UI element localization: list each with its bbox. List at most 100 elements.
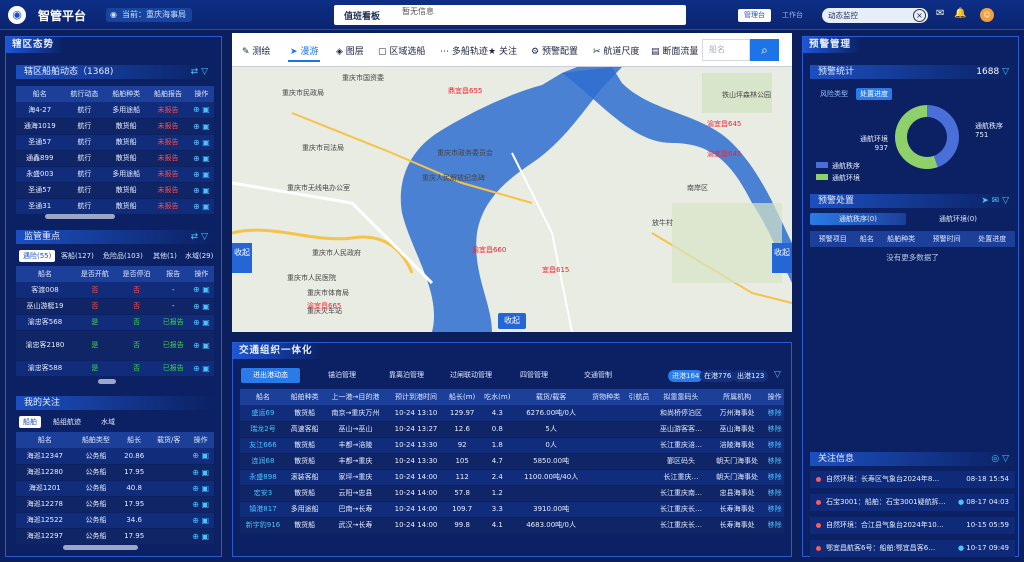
- remove-button[interactable]: 移除: [765, 469, 784, 486]
- table-cell[interactable]: 新宇豹916: [240, 517, 286, 534]
- row-actions[interactable]: ⊕ ▣: [187, 496, 214, 513]
- focus-tab[interactable]: 其他(1): [149, 250, 181, 262]
- table-cell[interactable]: 连润68: [240, 453, 286, 470]
- remove-button[interactable]: 移除: [765, 437, 784, 454]
- map-tool-7[interactable]: ⚙ 预警配置: [531, 44, 578, 57]
- info-item[interactable]: 石宝3001：船舶：石宝3001疑航拆… ● 08-17 04:03: [810, 494, 1015, 511]
- remove-button[interactable]: 移除: [765, 421, 784, 438]
- remove-button[interactable]: 移除: [765, 501, 784, 518]
- table-row[interactable]: 圣通57 航行 散货船 未报告 ⊕ ▣: [16, 182, 214, 199]
- table-cell[interactable]: 友江666: [240, 437, 286, 454]
- table-row[interactable]: 渝忠客588 是否已报告 ⊕ ▣: [16, 360, 214, 377]
- remove-button[interactable]: 移除: [765, 485, 784, 502]
- focus-tab[interactable]: 遇险(55): [19, 250, 56, 262]
- row-actions[interactable]: ⊕ ▣: [187, 464, 214, 481]
- remove-button[interactable]: 移除: [765, 453, 784, 470]
- table-row[interactable]: 圣通57 航行 散货船 未报告 ⊕ ▣: [16, 134, 214, 151]
- mine-tab[interactable]: 船舶: [19, 416, 41, 428]
- row-actions[interactable]: ⊕ ▣: [188, 182, 214, 199]
- row-actions[interactable]: ⊕ ▣: [188, 314, 214, 331]
- traffic-tab[interactable]: 过闸联动管理: [446, 368, 496, 383]
- table-row[interactable]: 瑞龙2号 高速客船 巫山→巫山 10-24 13:27 12.6 0.8 5人 巫山游客客… 巫…: [240, 421, 784, 438]
- row-actions[interactable]: ⊕ ▣: [188, 102, 214, 119]
- table-row[interactable]: 圣通31 航行 散货船 未报告 ⊕ ▣: [16, 198, 214, 215]
- table-row[interactable]: 镇港817 多用途船 巴南→长寿 10-24 14:00 109.7 3.3 3910.00…: [240, 501, 784, 518]
- handle-tab[interactable]: 通航环境(0): [910, 213, 1006, 225]
- handle-section-icons[interactable]: ➤ ✉ ▽: [981, 194, 1009, 208]
- handle-tab[interactable]: 通航秩序(0): [810, 213, 906, 225]
- table-row[interactable]: 渝忠客2180 是否已报告 ⊕ ▣: [16, 330, 214, 361]
- table-row[interactable]: 海巡1201 公务船 40.8 ⊕ ▣: [16, 480, 214, 497]
- info-item[interactable]: 鄂宜昌航客6号：船舶:鄂宜昌客6… ● 10-17 09:49: [810, 540, 1015, 557]
- map-tool-6[interactable]: ★ 关注: [488, 44, 517, 57]
- focus-tab[interactable]: 客船(127): [57, 250, 98, 262]
- location-badge[interactable]: 当前：重庆海事局: [106, 8, 192, 22]
- table-row[interactable]: 海巡12522 公务船 34.6 ⊕ ▣: [16, 512, 214, 529]
- table-cell[interactable]: 盛运69: [240, 405, 286, 422]
- table-row[interactable]: 海巡12347 公务船 20.86 ⊕ ▣: [16, 448, 214, 465]
- ships-section-icons[interactable]: ⇄ ▽: [191, 65, 208, 79]
- location-pin-icon[interactable]: ●: [958, 540, 964, 557]
- row-actions[interactable]: ⊕ ▣: [187, 512, 214, 529]
- row-actions[interactable]: ⊕ ▣: [188, 330, 214, 361]
- table-row[interactable]: 海4-27 航行 多用途船 未报告 ⊕ ▣: [16, 102, 214, 119]
- mail-icon[interactable]: ✉: [936, 8, 944, 19]
- mine-tab[interactable]: 水域: [97, 416, 119, 428]
- map-ship-label[interactable]: 渝宜昌645: [707, 119, 741, 129]
- table-row[interactable]: 海巡12280 公务船 17.95 ⊕ ▣: [16, 464, 214, 481]
- filter-icon[interactable]: ▽: [774, 370, 781, 380]
- bell-icon[interactable]: 🔔: [954, 8, 966, 19]
- table-row[interactable]: 新宇豹916 散货船 武汉→长寿 10-24 14:00 99.8 4.1 4683.00吨…: [240, 517, 784, 534]
- workbench-button[interactable]: 工作台: [776, 9, 809, 22]
- map-tool-5[interactable]: ⋯ 多船轨迹: [440, 44, 488, 57]
- row-actions[interactable]: ⊕ ▣: [188, 282, 214, 299]
- focus-tab[interactable]: 水域(29): [181, 250, 217, 262]
- map-ship-label[interactable]: 鼎宜昌655: [448, 86, 482, 96]
- location-pin-icon[interactable]: ●: [958, 494, 964, 511]
- collapse-right-button[interactable]: 收起: [772, 243, 792, 273]
- traffic-tab[interactable]: 四管管理: [516, 368, 552, 383]
- map-search-input[interactable]: 船名: [702, 39, 750, 61]
- map-ship-label[interactable]: 渝宜昌660: [472, 245, 506, 255]
- map-tool-3[interactable]: ◈ 图层: [336, 44, 364, 57]
- stats-tab[interactable]: 风险类型: [816, 88, 852, 100]
- map-area[interactable]: ✎ 测绘 ➤ 漫游 ◈ 图层 ▢ 区域选船 ⋯ 多船轨迹 ★ 关注 ⚙ 预警配置 ✂ 航道尺度…: [232, 33, 792, 332]
- map-ship-label[interactable]: 渝宜昌645: [707, 149, 741, 159]
- avatar[interactable]: ☺: [980, 8, 994, 22]
- table-row[interactable]: 客渡008 否否 - ⊕ ▣: [16, 282, 214, 299]
- duty-board[interactable]: 值班看板 暂无信息: [334, 5, 686, 25]
- traffic-tab[interactable]: 交通管制: [580, 368, 616, 383]
- focus-tab[interactable]: 危险品(103): [99, 250, 147, 262]
- row-actions[interactable]: ⊕ ▣: [188, 134, 214, 151]
- collapse-left-button[interactable]: 收起: [232, 243, 252, 273]
- focus-scrollbar[interactable]: [98, 379, 116, 384]
- clear-icon[interactable]: ×: [913, 9, 926, 22]
- table-row[interactable]: 海巡12297 公务船 17.95 ⊕ ▣: [16, 528, 214, 545]
- row-actions[interactable]: ⊕ ▣: [188, 150, 214, 167]
- table-row[interactable]: 宏安3 散货船 云阳→忠县 10-24 14:00 57.8 1.2 长江重庆南… 忠县海事处…: [240, 485, 784, 502]
- focus-section-icons[interactable]: ⇄ ▽: [191, 230, 208, 244]
- table-row[interactable]: 通鑫899 航行 散货船 未报告 ⊕ ▣: [16, 150, 214, 167]
- remove-button[interactable]: 移除: [765, 517, 784, 534]
- table-row[interactable]: 海巡12278 公务船 17.95 ⊕ ▣: [16, 496, 214, 513]
- map-tool-2[interactable]: ➤ 漫游: [287, 44, 321, 62]
- table-row[interactable]: 友江666 散货船 丰都→涪陵 10-24 13:30 92 1.8 0人 长江重庆涪… 涪陵海…: [240, 437, 784, 454]
- table-cell[interactable]: 瑞龙2号: [240, 421, 286, 438]
- mine-scrollbar[interactable]: [63, 545, 138, 550]
- table-row[interactable]: 永盛003 航行 多用途船 未报告 ⊕ ▣: [16, 166, 214, 183]
- ships-scrollbar[interactable]: [45, 214, 115, 219]
- info-section-icons[interactable]: ◎ ▽: [991, 452, 1009, 466]
- map-tool-9[interactable]: ▤ 断面流量: [651, 44, 698, 57]
- map-ship-label[interactable]: 宜昌615: [542, 265, 569, 275]
- map-tool-8[interactable]: ✂ 航道尺度: [593, 44, 639, 57]
- row-actions[interactable]: ⊕ ▣: [188, 198, 214, 215]
- global-search-input[interactable]: 动态监控 ×: [822, 8, 928, 23]
- manage-button[interactable]: 管理台: [738, 9, 771, 22]
- table-row[interactable]: 永盛898 滚装客船 家坪→重庆 10-24 14:00 112 2.4 1100.00吨/…: [240, 469, 784, 486]
- map-tool-1[interactable]: ✎ 测绘: [242, 44, 270, 57]
- row-actions[interactable]: ⊕ ▣: [188, 118, 214, 135]
- mine-tab[interactable]: 船组航迹: [49, 416, 85, 428]
- traffic-tab[interactable]: 进出港动态: [241, 368, 300, 383]
- table-cell[interactable]: 宏安3: [240, 485, 286, 502]
- row-actions[interactable]: ⊕ ▣: [188, 298, 214, 315]
